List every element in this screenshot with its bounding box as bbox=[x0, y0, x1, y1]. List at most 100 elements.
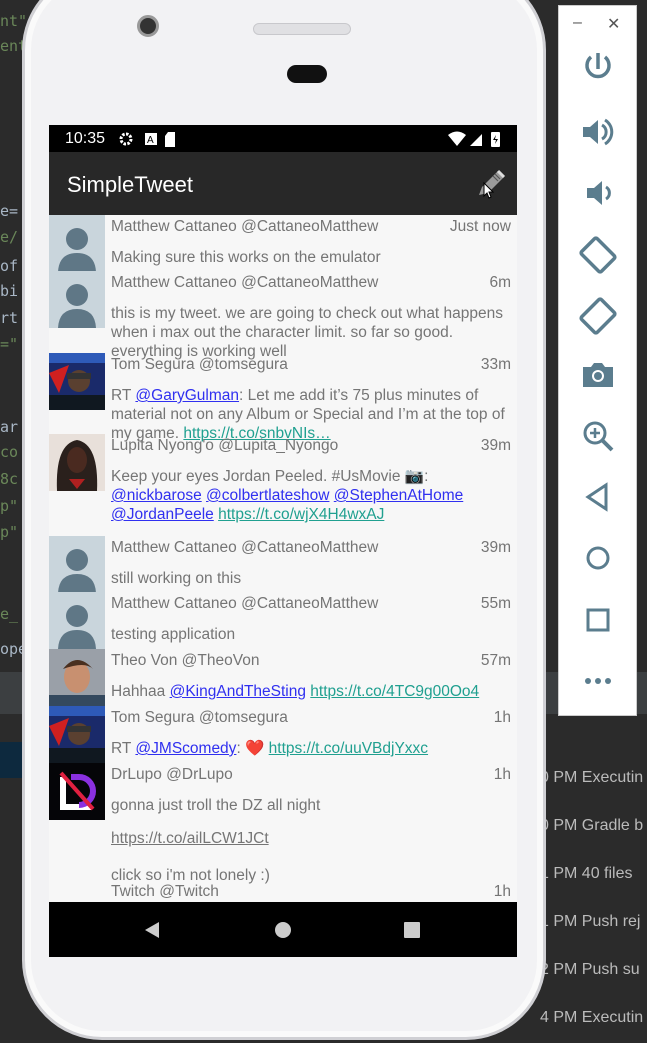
log-entry[interactable]: 2 PM Push su bbox=[540, 961, 640, 979]
tweet-body: still working on this bbox=[111, 569, 511, 588]
rotate-left-button[interactable] bbox=[578, 235, 618, 275]
minimize-button[interactable]: – bbox=[573, 14, 582, 32]
tweet-link[interactable]: https://t.co/ailLCW1JCt bbox=[111, 830, 269, 848]
tweet-text: testing application bbox=[111, 626, 236, 643]
code-line: co bbox=[0, 443, 19, 461]
navigation-bar bbox=[49, 902, 517, 957]
status-bar: 10:35 A bbox=[49, 125, 517, 152]
back-icon bbox=[585, 482, 608, 512]
tweet-author: Theo Von @TheoVon bbox=[111, 652, 260, 669]
zoom-icon bbox=[583, 421, 614, 452]
tweet-author: Tom Segura @tomsegura bbox=[111, 356, 288, 373]
volume-up-button[interactable] bbox=[578, 112, 618, 152]
tweet-mention[interactable]: @colbertlateshow bbox=[206, 487, 329, 504]
tweet-body: RT @JMScomedy: ❤️ https://t.co/uuVBdjYxx… bbox=[111, 739, 511, 758]
avatar[interactable] bbox=[49, 649, 105, 706]
tweet-author: Twitch @Twitch bbox=[111, 883, 219, 900]
code-line: 8c bbox=[0, 470, 19, 488]
log-entry[interactable]: 0 PM Gradle b bbox=[540, 817, 643, 835]
code-line: of bbox=[0, 257, 19, 275]
log-entry[interactable]: 1 PM Push rej bbox=[540, 913, 640, 931]
more-icon bbox=[585, 678, 611, 684]
log-entry[interactable]: 0 PM Executin bbox=[540, 769, 643, 787]
tweet-body: this is my tweet. we are going to check … bbox=[111, 304, 511, 361]
rotate-left-icon bbox=[579, 236, 617, 274]
avatar[interactable] bbox=[49, 763, 105, 820]
volume-down-button[interactable] bbox=[578, 173, 618, 213]
tweet-author: Tom Segura @tomsegura bbox=[111, 709, 288, 726]
tweet-text: gonna just troll the DZ all night bbox=[111, 797, 321, 814]
speaker-grille bbox=[253, 23, 351, 35]
tweet-author: Matthew Cattaneo @CattaneoMatthew bbox=[111, 218, 379, 235]
tweet-timestamp: 1h bbox=[493, 709, 511, 726]
tweet-mention[interactable]: @GaryGulman bbox=[135, 387, 239, 404]
code-line: =" bbox=[0, 335, 19, 353]
tweet-author: Matthew Cattaneo @CattaneoMatthew bbox=[111, 539, 379, 556]
front-camera bbox=[137, 15, 159, 37]
tweet-timeline[interactable]: Matthew Cattaneo @CattaneoMatthew Just no… bbox=[49, 215, 517, 902]
tweet-body: Hahhaa @KingAndTheSting https://t.co/4TC… bbox=[111, 682, 511, 701]
avatar[interactable] bbox=[49, 215, 105, 272]
tweet-mention[interactable]: @JordanPeele bbox=[111, 506, 214, 523]
camera-button[interactable] bbox=[578, 355, 618, 395]
overview-icon bbox=[586, 608, 610, 632]
avatar[interactable] bbox=[49, 706, 105, 763]
status-time: 10:35 bbox=[65, 130, 106, 147]
code-line: e/ bbox=[0, 228, 19, 246]
app-title: SimpleTweet bbox=[67, 172, 193, 197]
nav-overview-button[interactable] bbox=[403, 921, 421, 939]
code-line: rt bbox=[0, 309, 19, 327]
camera-icon bbox=[583, 363, 613, 387]
avatar[interactable] bbox=[49, 880, 105, 902]
tweet-timestamp: 39m bbox=[480, 539, 511, 556]
overview-button[interactable] bbox=[578, 600, 618, 640]
nav-back-button[interactable] bbox=[143, 921, 161, 939]
avatar[interactable] bbox=[49, 592, 105, 649]
tweet-link[interactable]: https://t.co/uuVBdjYxxc bbox=[269, 740, 428, 757]
power-icon bbox=[585, 53, 611, 79]
emulator-control-panel: – ✕ bbox=[558, 5, 637, 716]
tweet-timestamp: 1h bbox=[493, 766, 511, 783]
svg-text:A: A bbox=[147, 135, 154, 146]
avatar[interactable] bbox=[49, 434, 105, 491]
tweet-mention[interactable]: @KingAndTheSting bbox=[170, 683, 306, 700]
log-entry[interactable]: 1 PM 40 files bbox=[540, 865, 632, 883]
power-button[interactable] bbox=[578, 51, 618, 91]
status-notification-icons: A bbox=[119, 132, 175, 147]
nav-home-button[interactable] bbox=[274, 921, 292, 939]
code-line: e_ bbox=[0, 605, 19, 623]
avatar[interactable] bbox=[49, 271, 105, 328]
log-entry[interactable]: 4 PM Executin bbox=[540, 1009, 643, 1027]
avatar[interactable] bbox=[49, 536, 105, 593]
zoom-button[interactable] bbox=[578, 416, 618, 456]
tweet-author: Matthew Cattaneo @CattaneoMatthew bbox=[111, 274, 379, 291]
tweet-body: RT @GaryGulman: Let me add it’s 75 plus … bbox=[111, 386, 511, 443]
home-button[interactable] bbox=[578, 538, 618, 578]
tweet-text: still working on this bbox=[111, 570, 242, 587]
device-screen: 10:35 A SimpleTweet Matthew Cattaneo @Ca… bbox=[49, 125, 517, 957]
tweet-author: DrLupo @DrLupo bbox=[111, 766, 233, 783]
tweet-mention[interactable]: @JMScomedy bbox=[135, 740, 236, 757]
tweet-text: Keep your eyes Jordan Peeled. #UsMovie 📷… bbox=[111, 468, 429, 485]
tweet-link[interactable]: https://t.co/wjX4H4wxAJ bbox=[218, 506, 384, 523]
tweet-text: Making sure this works on the emulator bbox=[111, 249, 381, 266]
back-button[interactable] bbox=[578, 477, 618, 517]
tweet-text: this is my tweet. we are going to check … bbox=[111, 305, 504, 360]
tweet-timestamp: 33m bbox=[480, 356, 511, 373]
more-button[interactable] bbox=[578, 661, 618, 701]
rotate-right-button[interactable] bbox=[578, 296, 618, 336]
tweet-timestamp: 55m bbox=[480, 595, 511, 612]
close-button[interactable]: ✕ bbox=[607, 14, 620, 34]
tweet-body: Making sure this works on the emulator bbox=[111, 248, 511, 267]
tweet-mention[interactable]: @nickbarose bbox=[111, 487, 202, 504]
compose-button[interactable] bbox=[473, 167, 507, 201]
tweet-timestamp: 1h bbox=[493, 883, 511, 900]
volume-down-icon bbox=[587, 181, 611, 205]
tweet-mention[interactable]: @StephenAtHome bbox=[334, 487, 463, 504]
tweet-text: RT bbox=[111, 387, 136, 404]
code-line: nt" bbox=[0, 12, 28, 30]
code-line: e= bbox=[0, 202, 19, 220]
tweet-link[interactable]: https://t.co/4TC9g00Oo4 bbox=[310, 683, 479, 700]
avatar[interactable] bbox=[49, 353, 105, 410]
tweet-text: : ❤️ bbox=[236, 740, 269, 757]
